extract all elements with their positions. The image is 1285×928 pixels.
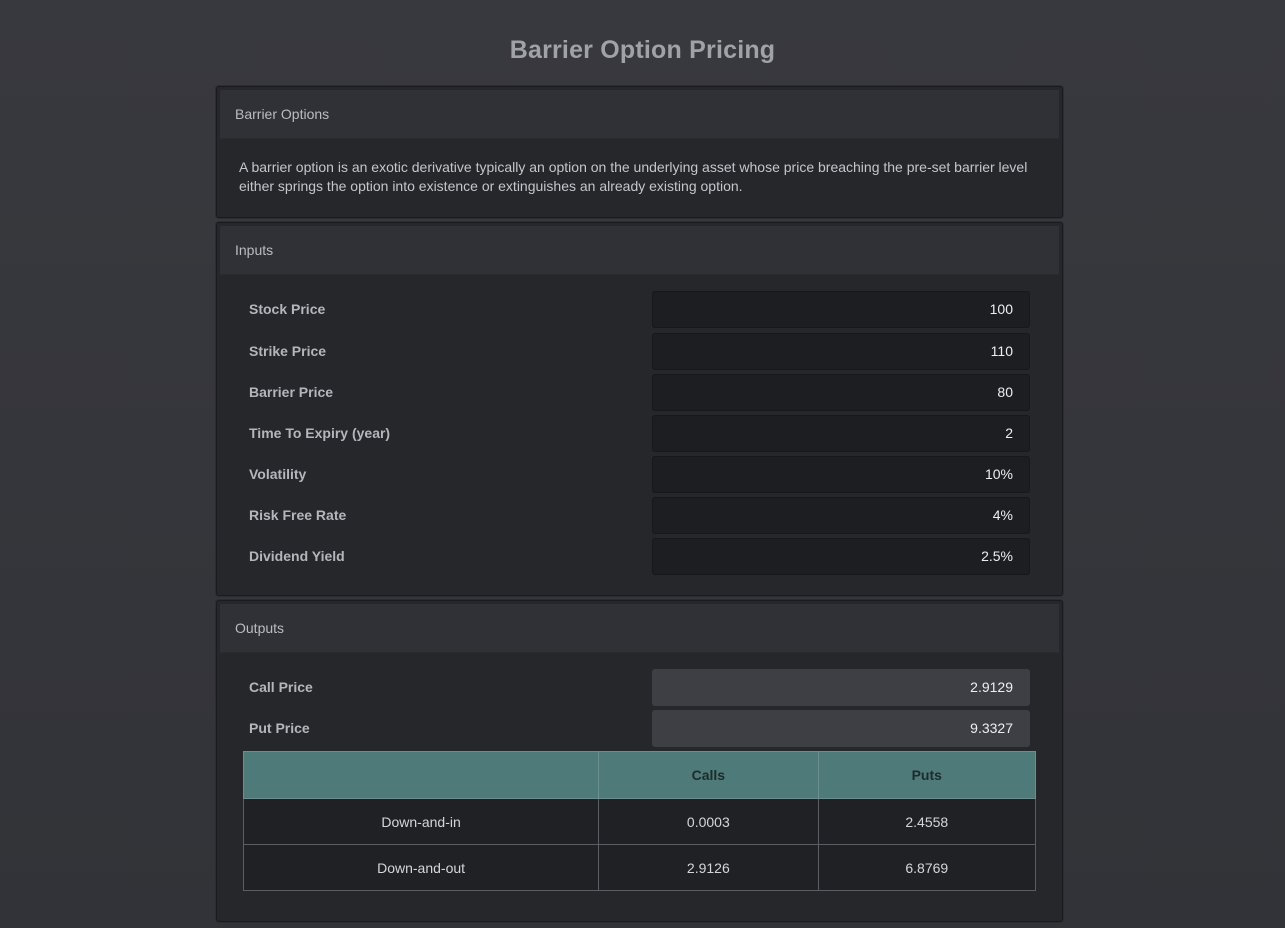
volatility-label: Volatility — [249, 466, 307, 482]
strike-price-input[interactable]: 110 — [652, 333, 1030, 370]
table-cell-puts: 6.8769 — [817, 844, 1037, 891]
time-to-expiry-label: Time To Expiry (year) — [249, 425, 391, 441]
barrier-results-table: Calls Puts Down-and-in 0.0003 2.4558 Dow… — [242, 751, 1037, 891]
call-price-label: Call Price — [249, 679, 313, 695]
barrier-options-panel-header: Barrier Options — [220, 90, 1059, 139]
outputs-panel: Outputs Call Price 2.9129 Put Price 9.33… — [216, 600, 1063, 922]
barrier-price-row: Barrier Price 80 — [249, 374, 1030, 411]
table-cell-calls: 0.0003 — [598, 798, 819, 845]
page-title: Barrier Option Pricing — [509, 36, 776, 64]
table-cell-calls: 2.9126 — [598, 844, 819, 891]
volatility-row: Volatility 10% — [249, 456, 1030, 493]
stock-price-input[interactable]: 100 — [652, 291, 1030, 328]
stock-price-row: Stock Price 100 — [249, 291, 1030, 328]
stock-price-label: Stock Price — [249, 301, 326, 317]
outputs-panel-header: Outputs — [220, 604, 1059, 653]
barrier-price-label: Barrier Price — [249, 384, 334, 400]
dividend-yield-input[interactable]: 2.5% — [652, 538, 1030, 575]
table-row: Down-and-in 0.0003 2.4558 — [242, 798, 1037, 845]
table-header-puts: Puts — [817, 751, 1037, 799]
dividend-yield-row: Dividend Yield 2.5% — [249, 538, 1030, 575]
inputs-panel-header: Inputs — [220, 226, 1059, 275]
time-to-expiry-input[interactable]: 2 — [652, 415, 1030, 452]
put-price-row: Put Price 9.3327 — [249, 710, 1030, 747]
time-to-expiry-row: Time To Expiry (year) 2 — [249, 415, 1030, 452]
put-price-label: Put Price — [249, 720, 310, 736]
barrier-options-description: A barrier option is an exotic derivative… — [239, 159, 1028, 194]
table-cell-puts: 2.4558 — [817, 798, 1037, 845]
call-price-row: Call Price 2.9129 — [249, 669, 1030, 706]
barrier-options-panel: Barrier Options A barrier option is an e… — [216, 86, 1063, 218]
put-price-output: 9.3327 — [652, 710, 1030, 747]
table-row: Down-and-out 2.9126 6.8769 — [242, 844, 1037, 891]
table-header-type — [242, 751, 600, 799]
strike-price-label: Strike Price — [249, 343, 327, 359]
volatility-input[interactable]: 10% — [652, 456, 1030, 493]
risk-free-rate-input[interactable]: 4% — [652, 497, 1030, 534]
table-cell-type: Down-and-out — [242, 844, 600, 891]
risk-free-rate-row: Risk Free Rate 4% — [249, 497, 1030, 534]
table-cell-type: Down-and-in — [242, 798, 600, 845]
strike-price-row: Strike Price 110 — [249, 333, 1030, 370]
inputs-panel: Inputs Stock Price 100 Strike Price 110 … — [216, 222, 1063, 596]
dividend-yield-label: Dividend Yield — [249, 548, 345, 564]
risk-free-rate-label: Risk Free Rate — [249, 507, 347, 523]
call-price-output: 2.9129 — [652, 669, 1030, 706]
barrier-price-input[interactable]: 80 — [652, 374, 1030, 411]
table-header-row: Calls Puts — [242, 751, 1037, 799]
table-header-calls: Calls — [598, 751, 819, 799]
